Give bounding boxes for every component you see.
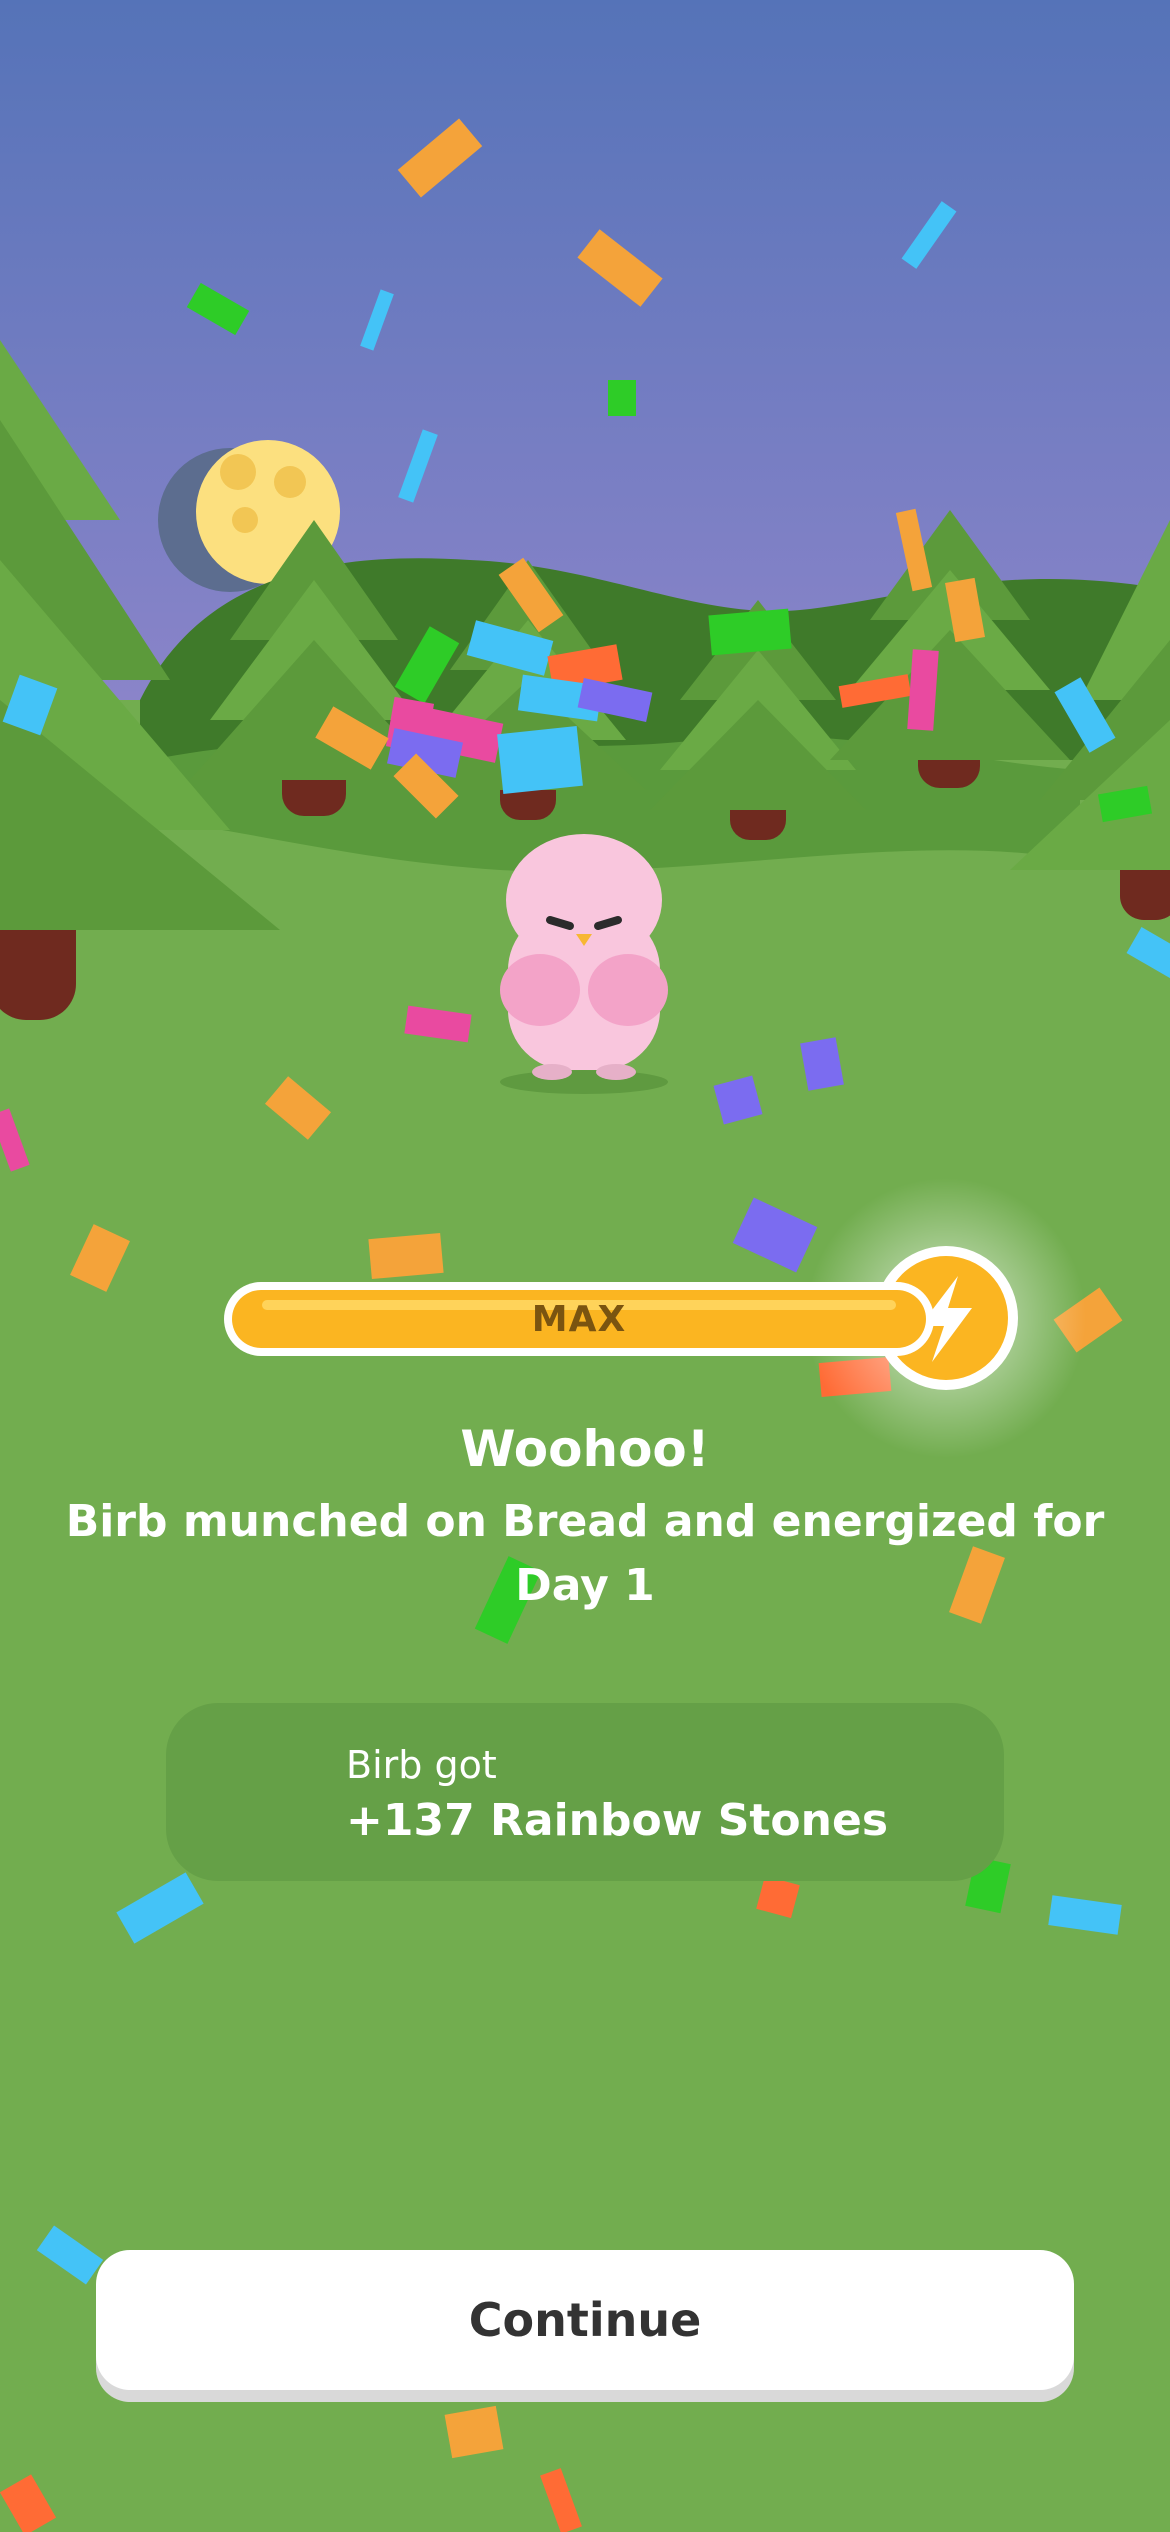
celebration-message: Birb munched on Bread and energized for …	[65, 1496, 1105, 1611]
energy-bar-fill: MAX	[232, 1290, 926, 1348]
forest-scene	[0, 0, 1170, 2532]
reward-prefix: Birb got	[346, 1743, 497, 1787]
reward-amount: +137 Rainbow Stones	[346, 1795, 889, 1846]
reward-card: Birb got +137 Rainbow Stones	[166, 1703, 1004, 1881]
celebration-title: Woohoo!	[460, 1420, 710, 1478]
continue-button[interactable]: Continue	[96, 2250, 1074, 2390]
energy-bar: MAX	[224, 1282, 934, 1356]
continue-button-label: Continue	[468, 2293, 702, 2347]
energy-level-label: MAX	[531, 1298, 627, 1340]
